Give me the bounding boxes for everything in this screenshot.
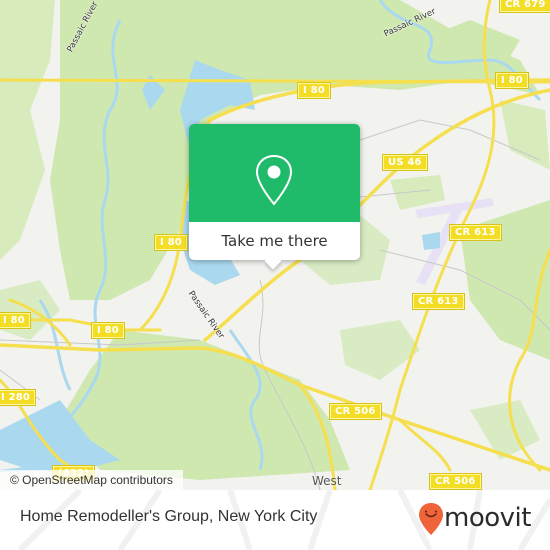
road-shield-i80: I 80 [495, 72, 529, 89]
map-pin-icon [255, 154, 293, 206]
footer-bar: Home Remodeller's Group, New York City m… [0, 490, 550, 550]
popup-header [189, 124, 360, 222]
road-shield-cr506: CR 506 [429, 473, 482, 490]
road-shield-i80: I 80 [0, 312, 31, 329]
road-shield-cr613: CR 613 [412, 293, 465, 310]
road-shield-i80: I 80 [91, 322, 125, 339]
map-view[interactable]: CR 679 I 80 I 80 US 46 I 80 CR 613 CR 61… [0, 0, 550, 490]
road-shield-i80: I 80 [297, 82, 331, 99]
road-shield-cr506: CR 506 [329, 403, 382, 420]
moovit-pin-icon [419, 503, 443, 535]
road-shield-i280: I 280 [0, 389, 37, 406]
destination-popup: Take me there [189, 124, 360, 270]
road-shield-cr679: CR 679 [499, 0, 550, 13]
road-shield-us46: US 46 [382, 154, 428, 171]
road-shield-cr613: CR 613 [449, 224, 502, 241]
map-attribution[interactable]: © OpenStreetMap contributors [0, 470, 183, 490]
take-me-there-button[interactable]: Take me there [189, 222, 360, 260]
place-label-west: West [312, 474, 342, 488]
place-name: Home Remodeller's Group, New York City [20, 508, 318, 525]
road-shield-i80: I 80 [154, 234, 188, 251]
moovit-wordmark: moovit [444, 503, 531, 533]
